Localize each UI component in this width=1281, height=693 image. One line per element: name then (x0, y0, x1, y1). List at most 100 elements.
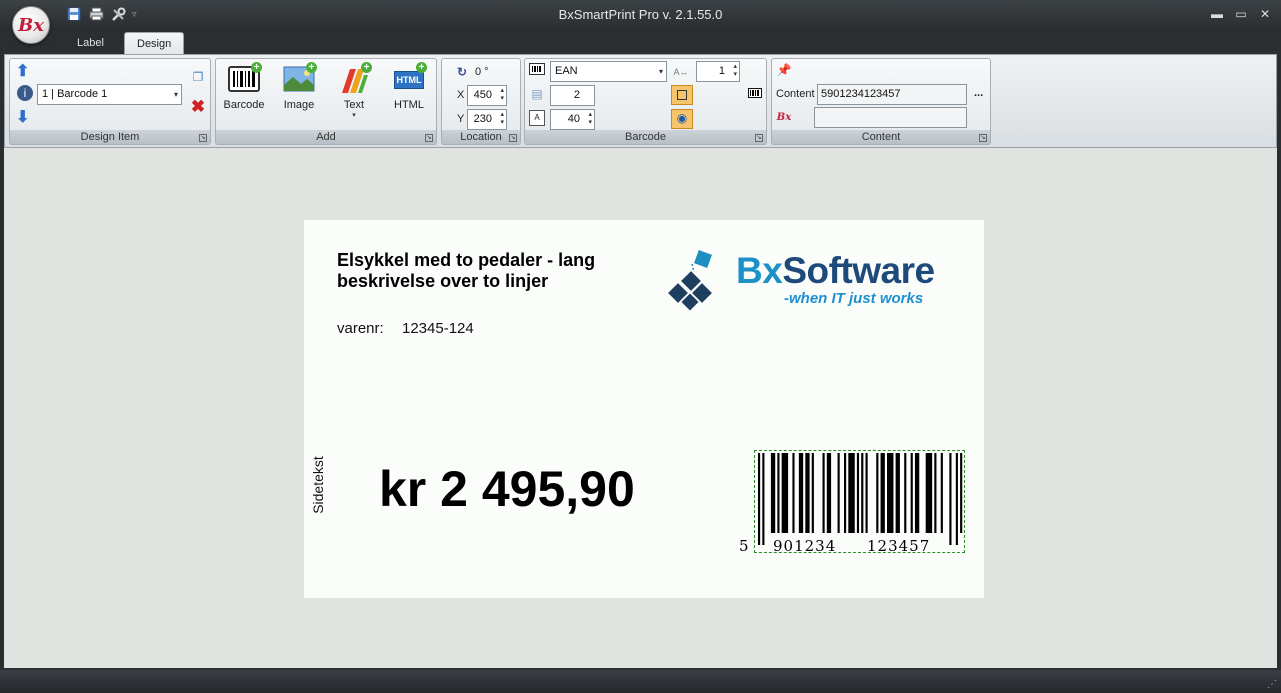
expand-icon[interactable]: ↘ (979, 134, 987, 142)
content-more-button[interactable]: ... (974, 87, 983, 99)
add-html-button[interactable]: HTML + HTML (383, 62, 435, 111)
maximize-icon[interactable]: ▭ (1233, 6, 1249, 22)
bx-icon[interactable]: Bx (776, 110, 792, 126)
resize-grip-icon[interactable]: ⋰ (1267, 679, 1277, 690)
rotation-value[interactable]: 0 ° (475, 66, 489, 78)
app-logo[interactable]: Bx (12, 6, 50, 44)
move-down-icon[interactable]: ⬇ (16, 107, 29, 127)
spinner-icon[interactable]: ▴ ▾ (733, 63, 737, 79)
barcode-bar (844, 453, 847, 533)
close-icon[interactable]: ✕ (1257, 6, 1273, 22)
barcode-bar (856, 453, 860, 533)
varenr-label[interactable]: varenr: (337, 320, 384, 337)
barcode-bar (777, 453, 780, 533)
bx-input[interactable] (814, 107, 967, 128)
bar-width-field[interactable]: 2 (550, 85, 595, 106)
expand-icon[interactable]: ↘ (425, 134, 433, 142)
item-info-icon[interactable]: i (17, 85, 33, 101)
bar-width-value: 2 (573, 89, 580, 101)
barcode-bar (837, 453, 840, 533)
design-workspace: Elsykkel med to pedaler - lang beskrivel… (4, 148, 1277, 668)
ribbon-tab-bar: Label Design (0, 30, 1281, 54)
barcode-bar (848, 453, 855, 533)
varenr-value[interactable]: 12345-124 (402, 320, 474, 337)
barcode-bar (758, 453, 761, 545)
y-stepper[interactable]: 230 ▴ ▾ (467, 109, 507, 130)
tab-label[interactable]: Label (65, 32, 116, 54)
barcode-bar (861, 453, 864, 533)
plus-icon: + (306, 62, 317, 73)
delete-icon[interactable]: ✖ (190, 98, 206, 115)
barcode-bar (770, 453, 776, 533)
barcode-bar (910, 453, 913, 533)
spinner-icon[interactable]: ▴ ▾ (500, 111, 504, 127)
duplicate-icon[interactable]: ❐ (190, 69, 206, 85)
add-image-button[interactable]: + Image (273, 62, 325, 111)
add-text-button[interactable]: + Text ▾ (328, 62, 380, 119)
barcode-bar (925, 453, 933, 533)
pin-icon[interactable]: 📌 (776, 62, 792, 78)
add-group-label: Add (216, 130, 436, 144)
barcode-bar (949, 453, 952, 545)
content-input[interactable]: 5901234123457 (817, 84, 967, 105)
content-label: Content (776, 88, 815, 100)
spinner-icon[interactable]: ▴ ▾ (500, 87, 504, 103)
location-group: ↻ 0 ° X 450 ▴ ▾ Y 230 ▴ ▾ Location ↘ (441, 58, 521, 145)
x-value: 450 (473, 89, 492, 101)
plus-icon: + (416, 62, 427, 73)
content-group: 📌 Content 5901234123457 ... Bx Content ↘ (771, 58, 991, 145)
price-text[interactable]: kr 2 495,90 (379, 460, 635, 518)
design-item-select[interactable]: 1 | Barcode 1 ▾ (37, 84, 182, 105)
barcode-first-digit: 5 (739, 537, 749, 555)
barcode-group-label: Barcode (525, 130, 766, 144)
barcode-right-digits: 123457 (867, 537, 931, 555)
add-image-label: Image (283, 99, 315, 111)
barcode-type-value: EAN (555, 65, 578, 77)
move-up-icon[interactable]: ⬆ (16, 61, 29, 81)
bxsoftware-logo-icon (668, 250, 712, 311)
barcode-bar (865, 453, 868, 533)
label-canvas[interactable]: Elsykkel med to pedaler - lang beskrivel… (304, 220, 984, 598)
barcode-group: EAN ▾ ▤ 2 A 40 ▴ ▾ A↔ 1 ▴ ▾ ◉ Barcode ↘ (524, 58, 767, 145)
barcode-bar (934, 453, 937, 533)
label-title-text[interactable]: Elsykkel med to pedaler - lang beskrivel… (337, 250, 637, 292)
design-item-group-label: Design Item (10, 130, 210, 144)
design-item-select-value: 1 | Barcode 1 (42, 88, 108, 100)
show-text-toggle-icon[interactable]: ◉ (671, 109, 693, 129)
barcode-preview-icon[interactable] (747, 86, 763, 102)
add-barcode-button[interactable]: + Barcode (218, 62, 270, 111)
height-stepper[interactable]: 40 ▴ ▾ (550, 109, 595, 130)
barcode-type-icon (529, 63, 545, 79)
status-bar: ⋰ (0, 670, 1281, 693)
barcode-element[interactable]: 5 901234 123457 (739, 450, 965, 555)
text-dropdown-icon[interactable]: ▾ (328, 111, 380, 119)
plus-icon: + (361, 62, 372, 73)
tab-design[interactable]: Design (124, 32, 185, 54)
barcode-bar (826, 453, 832, 533)
y-label: Y (457, 113, 465, 125)
expand-icon[interactable]: ↘ (755, 134, 763, 142)
x-label: X (457, 89, 465, 101)
expand-icon[interactable]: ↘ (509, 134, 517, 142)
brand-logo[interactable]: BxSoftware -when IT just works (664, 248, 954, 318)
window-controls: ▬ ▭ ✕ (1209, 6, 1273, 22)
add-group: + Barcode + Image + Text ▾ HTML + HTML A… (215, 58, 437, 145)
ratio-stepper[interactable]: 1 ▴ ▾ (696, 61, 740, 82)
border-toggle-icon[interactable] (671, 85, 693, 105)
expand-icon[interactable]: ↘ (199, 134, 207, 142)
barcode-bar (940, 453, 943, 533)
minimize-icon[interactable]: ▬ (1209, 6, 1225, 22)
spinner-icon[interactable]: ▴ ▾ (588, 111, 592, 127)
add-html-label: HTML (394, 99, 424, 111)
window-title: BxSmartPrint Pro v. 2.1.55.0 (558, 7, 723, 22)
barcode-type-select[interactable]: EAN ▾ (550, 61, 667, 82)
content-value: 5901234123457 (821, 88, 901, 100)
chevron-down-icon: ▾ (173, 90, 178, 99)
side-text[interactable]: Sidetekst (310, 450, 326, 520)
barcode-bar (781, 453, 789, 533)
y-value: 230 (473, 113, 492, 125)
ratio-icon: A↔ (673, 67, 689, 77)
rotate-icon[interactable]: ↻ (454, 64, 470, 80)
x-stepper[interactable]: 450 ▴ ▾ (467, 85, 507, 106)
design-item-group: ⬆ i ⬇ 1 | Barcode 1 ▾ ❐ ✖ Design Item ↘ (9, 58, 211, 145)
